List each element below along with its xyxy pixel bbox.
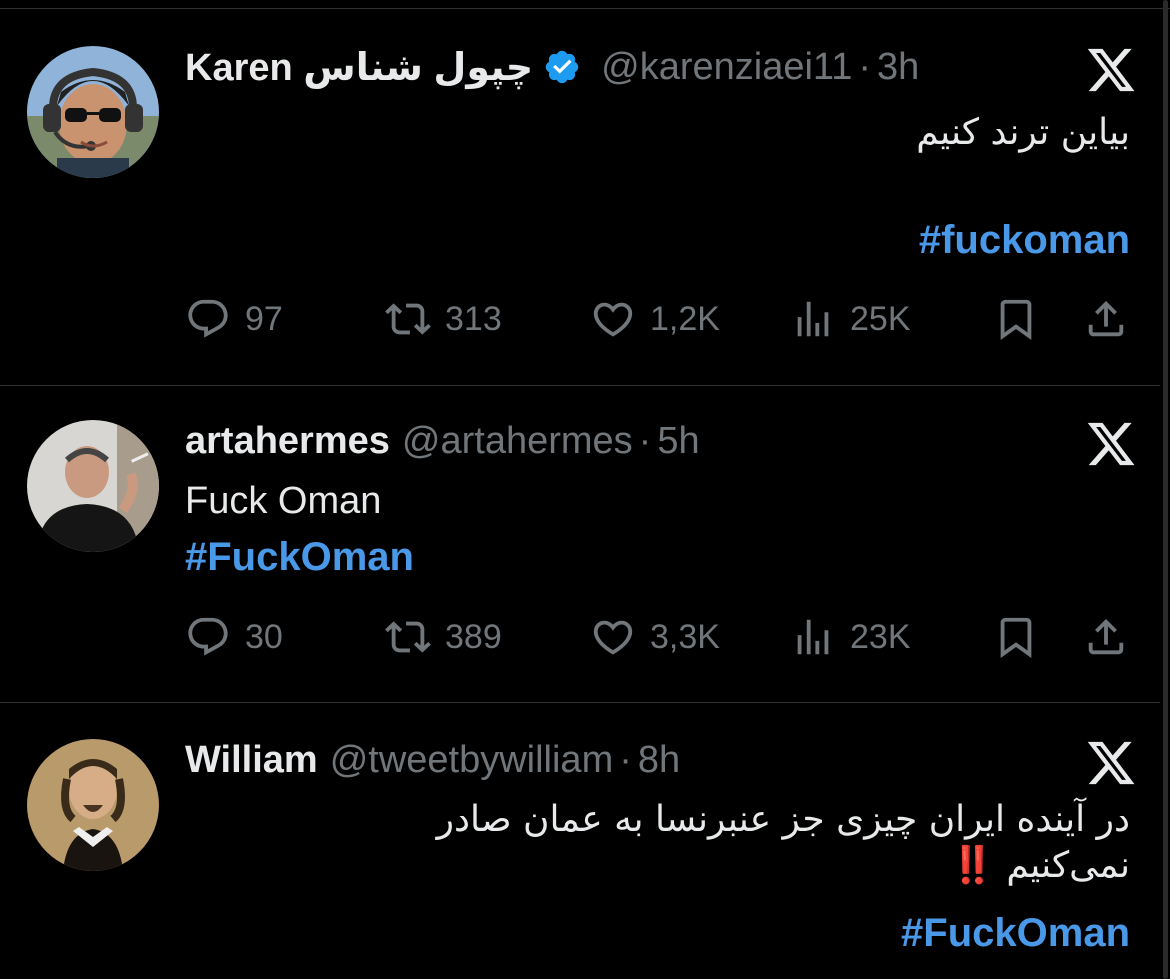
tweet-text: در آینده ایران چیزی جز عنبرنسا به عمان ص…: [185, 797, 1130, 889]
x-logo-icon: [1084, 737, 1138, 789]
handle[interactable]: @artahermes: [402, 420, 633, 463]
tweet-text: بیاین ترند کنیم: [185, 110, 1130, 156]
tweet-text-word: نمی‌کنیم: [1006, 845, 1130, 886]
timestamp[interactable]: 8h: [638, 739, 680, 782]
like-count: 1,2K: [650, 299, 720, 338]
tweet-text-line: در آینده ایران چیزی جز عنبرنسا به عمان ص…: [436, 799, 1130, 840]
like-button[interactable]: 3,3K: [590, 612, 720, 662]
views-button[interactable]: 25K: [790, 294, 911, 344]
separator-dot: ·: [638, 419, 652, 462]
separator-dot: ·: [858, 45, 872, 88]
tweet-text-line: نمی‌کنیم ‼️: [185, 843, 1130, 889]
like-count: 3,3K: [650, 617, 720, 656]
repost-icon: [385, 303, 431, 335]
tweet-artahermes[interactable]: artahermes @artahermes · 5h Fuck Oman #F…: [0, 386, 1160, 702]
share-button[interactable]: [1083, 294, 1129, 344]
share-button[interactable]: [1083, 612, 1129, 662]
double-exclamation-emoji: ‼️: [950, 845, 995, 886]
x-logo-icon: [1084, 418, 1138, 470]
views-count: 25K: [850, 299, 911, 338]
reply-button[interactable]: 30: [185, 612, 283, 662]
like-button[interactable]: 1,2K: [590, 294, 720, 344]
tweet-william[interactable]: William @tweetbywilliam · 8h در آینده ای…: [0, 703, 1160, 979]
tweet-header: Karen چپول شناس @karenziaei11 · 3h: [185, 42, 960, 92]
tweet-text-line: بیاین ترند کنیم: [916, 112, 1130, 153]
views-icon: [797, 301, 829, 337]
like-icon: [593, 620, 633, 655]
hashtag-link[interactable]: #fuckoman: [919, 218, 1130, 263]
handle[interactable]: @tweetbywilliam: [330, 739, 614, 782]
display-name[interactable]: William: [185, 739, 318, 782]
tweet-text: Fuck Oman: [185, 480, 382, 522]
repost-button[interactable]: 313: [385, 294, 502, 344]
bookmark-icon: [1000, 617, 1032, 658]
reply-count: 97: [245, 299, 283, 338]
views-icon: [797, 619, 829, 655]
repost-icon: [385, 621, 431, 653]
reply-icon: [188, 617, 228, 656]
verified-badge-icon: [545, 50, 579, 84]
handle[interactable]: @karenziaei11: [601, 46, 852, 89]
repost-count: 389: [445, 617, 502, 656]
like-icon: [593, 302, 633, 337]
tweet-actions: 97 313 1,2K 25K: [185, 294, 1145, 344]
x-logo-icon: [1084, 44, 1138, 96]
display-name[interactable]: artahermes: [185, 420, 390, 463]
avatar[interactable]: [27, 46, 159, 178]
views-button[interactable]: 23K: [790, 612, 911, 662]
tweet-header: William @tweetbywilliam · 8h: [185, 735, 960, 785]
share-icon: [1088, 300, 1124, 337]
repost-count: 313: [445, 299, 502, 338]
scrollbar[interactable]: [1163, 0, 1168, 979]
separator-dot: ·: [619, 738, 632, 781]
bookmark-button[interactable]: [993, 294, 1039, 344]
avatar[interactable]: [27, 420, 159, 552]
repost-button[interactable]: 389: [385, 612, 502, 662]
timestamp[interactable]: 5h: [657, 420, 699, 463]
hashtag-link[interactable]: #FuckOman: [901, 911, 1130, 956]
hashtag-link[interactable]: #FuckOman: [185, 535, 414, 580]
reply-icon: [188, 299, 228, 338]
tweet-karen[interactable]: Karen چپول شناس @karenziaei11 · 3h بیاین…: [0, 0, 1160, 385]
reply-button[interactable]: 97: [185, 294, 283, 344]
display-name[interactable]: Karen چپول شناس: [185, 45, 533, 90]
bookmark-icon: [1000, 299, 1032, 340]
tweet-actions: 30 389 3,3K 23K: [185, 612, 1145, 662]
share-icon: [1088, 618, 1124, 655]
avatar[interactable]: [27, 739, 159, 871]
bookmark-button[interactable]: [993, 612, 1039, 662]
timestamp[interactable]: 3h: [877, 46, 919, 89]
views-count: 23K: [850, 617, 911, 656]
tweet-header: artahermes @artahermes · 5h: [185, 416, 960, 466]
reply-count: 30: [245, 617, 283, 656]
